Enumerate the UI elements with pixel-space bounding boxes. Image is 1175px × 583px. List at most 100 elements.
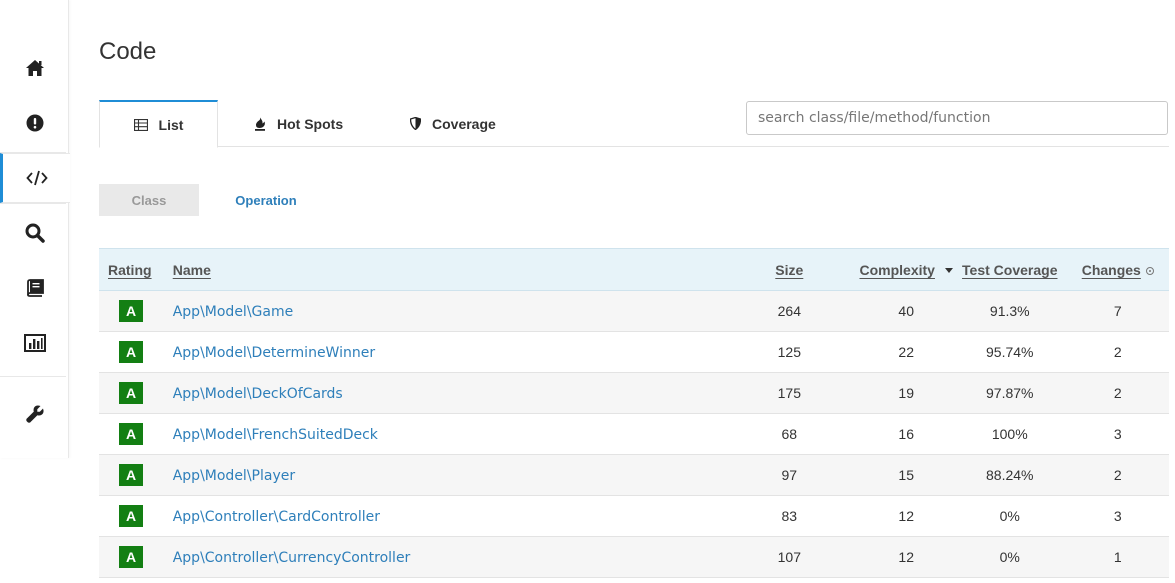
- tab-hot-spots-label: Hot Spots: [277, 115, 344, 132]
- coverage-cell: 95.74%: [986, 344, 1034, 360]
- changes-cell: 2: [1113, 467, 1122, 483]
- size-cell: 107: [777, 549, 801, 565]
- class-name-link[interactable]: App\Model\DetermineWinner: [173, 345, 375, 361]
- page-title: Code: [99, 38, 157, 65]
- rating-cell: A: [99, 414, 165, 455]
- tab-coverage[interactable]: Coverage: [410, 100, 496, 147]
- tab-coverage-label: Coverage: [432, 115, 496, 132]
- coverage-cell: 100%: [991, 426, 1028, 442]
- home-icon: [25, 59, 45, 77]
- column-header-complexity[interactable]: Complexity: [843, 249, 953, 291]
- coverage-cell: 0%: [999, 549, 1020, 565]
- class-name-link[interactable]: App\Model\FrenchSuitedDeck: [173, 427, 378, 443]
- changes-cell: 1: [1113, 549, 1122, 565]
- code-icon: [25, 170, 48, 186]
- rating-badge: A: [119, 341, 143, 363]
- complexity-cell: 22: [898, 344, 914, 360]
- shield-icon: [410, 117, 421, 130]
- rating-badge: A: [119, 423, 143, 445]
- column-header-rating[interactable]: Rating: [99, 249, 165, 291]
- search-icon: [25, 223, 45, 243]
- coverage-cell: 97.87%: [986, 385, 1034, 401]
- exclamation-circle-icon: [26, 114, 44, 132]
- name-cell: App\Model\FrenchSuitedDeck: [165, 414, 735, 455]
- size-cell: 83: [781, 508, 798, 524]
- rating-badge: A: [119, 300, 143, 322]
- search-input[interactable]: [746, 101, 1168, 135]
- column-header-name[interactable]: Name: [165, 249, 735, 291]
- name-cell: App\Model\DeckOfCards: [165, 373, 735, 414]
- class-name-link[interactable]: App\Model\Game: [173, 304, 294, 320]
- column-header-changes[interactable]: Changes: [1067, 249, 1169, 291]
- rating-cell: A: [99, 496, 165, 537]
- table-row[interactable]: A App\Controller\CardController 83 12 0% 3: [99, 495, 1169, 537]
- sidebar: [0, 0, 70, 458]
- size-cell: 97: [781, 467, 798, 483]
- table-row[interactable]: A App\Model\DeckOfCards 175 19 97.87% 2: [99, 372, 1169, 414]
- table-row[interactable]: A App\Model\Player 97 15 88.24% 2: [99, 454, 1169, 496]
- sidebar-item-home[interactable]: [0, 43, 69, 93]
- rating-cell: A: [99, 291, 165, 332]
- sidebar-item-docs[interactable]: [0, 263, 69, 313]
- changes-cell: 7: [1113, 303, 1122, 319]
- table-row[interactable]: A App\Model\DetermineWinner 125 22 95.74% 2: [99, 331, 1169, 373]
- table-header-row: Rating Name Size Complexity Test Coverag…: [99, 248, 1169, 291]
- changes-cell: 3: [1113, 508, 1122, 524]
- tab-list[interactable]: List: [99, 100, 218, 148]
- subtab-class[interactable]: Class: [99, 184, 199, 216]
- complexity-cell: 16: [898, 426, 914, 442]
- sidebar-item-search[interactable]: [0, 208, 69, 258]
- tab-list-label: List: [158, 116, 184, 133]
- class-name-link[interactable]: App\Model\DeckOfCards: [173, 386, 343, 402]
- fire-icon: [254, 117, 266, 131]
- sort-desc-icon: [944, 268, 953, 274]
- name-cell: App\Controller\CardController: [165, 496, 735, 537]
- rating-cell: A: [99, 455, 165, 496]
- name-cell: App\Model\DetermineWinner: [165, 332, 735, 373]
- size-cell: 175: [777, 385, 801, 401]
- size-cell: 125: [777, 344, 801, 360]
- sidebar-item-reports[interactable]: [0, 318, 69, 368]
- name-cell: App\Controller\CurrencyController: [165, 537, 735, 578]
- complexity-cell: 15: [898, 467, 914, 483]
- wrench-icon: [25, 404, 45, 424]
- complexity-cell: 40: [898, 303, 914, 319]
- size-cell: 264: [777, 303, 801, 319]
- table-row[interactable]: A App\Model\Game 264 40 91.3% 7: [99, 290, 1169, 332]
- class-name-link[interactable]: App\Model\Player: [173, 468, 295, 484]
- name-cell: App\Model\Player: [165, 455, 735, 496]
- class-name-link[interactable]: App\Controller\CardController: [173, 509, 380, 525]
- rating-badge: A: [119, 546, 143, 568]
- table-icon: [133, 118, 148, 131]
- changes-cell: 2: [1113, 344, 1122, 360]
- sidebar-item-code[interactable]: [0, 153, 70, 203]
- table-row[interactable]: A App\Model\FrenchSuitedDeck 68 16 100% 3: [99, 413, 1169, 455]
- rating-cell: A: [99, 332, 165, 373]
- size-cell: 68: [781, 426, 798, 442]
- column-header-test-coverage[interactable]: Test Coverage: [953, 249, 1067, 291]
- rating-badge: A: [119, 505, 143, 527]
- bar-chart-icon: [23, 334, 46, 352]
- column-header-size[interactable]: Size: [735, 249, 843, 291]
- rating-badge: A: [119, 464, 143, 486]
- book-icon: [26, 279, 44, 297]
- rating-cell: A: [99, 373, 165, 414]
- coverage-cell: 88.24%: [986, 467, 1034, 483]
- changes-cell: 2: [1113, 385, 1122, 401]
- table-row[interactable]: A App\Controller\CurrencyController 107 12 0…: [99, 536, 1169, 578]
- complexity-cell: 12: [898, 508, 914, 524]
- rating-cell: A: [99, 537, 165, 578]
- complexity-cell: 12: [898, 549, 914, 565]
- subtab-operation[interactable]: Operation: [218, 184, 314, 216]
- complexity-cell: 19: [898, 385, 914, 401]
- name-cell: App\Model\Game: [165, 291, 735, 332]
- coverage-cell: 0%: [999, 508, 1020, 524]
- changes-cell: 3: [1113, 426, 1122, 442]
- info-icon[interactable]: [1145, 266, 1154, 275]
- sidebar-item-settings[interactable]: [0, 389, 69, 439]
- code-table: Rating Name Size Complexity Test Coverag…: [99, 248, 1169, 578]
- rating-badge: A: [119, 382, 143, 404]
- class-name-link[interactable]: App\Controller\CurrencyController: [173, 550, 411, 566]
- tab-hot-spots[interactable]: Hot Spots: [254, 100, 343, 147]
- sidebar-item-issues[interactable]: [0, 98, 69, 148]
